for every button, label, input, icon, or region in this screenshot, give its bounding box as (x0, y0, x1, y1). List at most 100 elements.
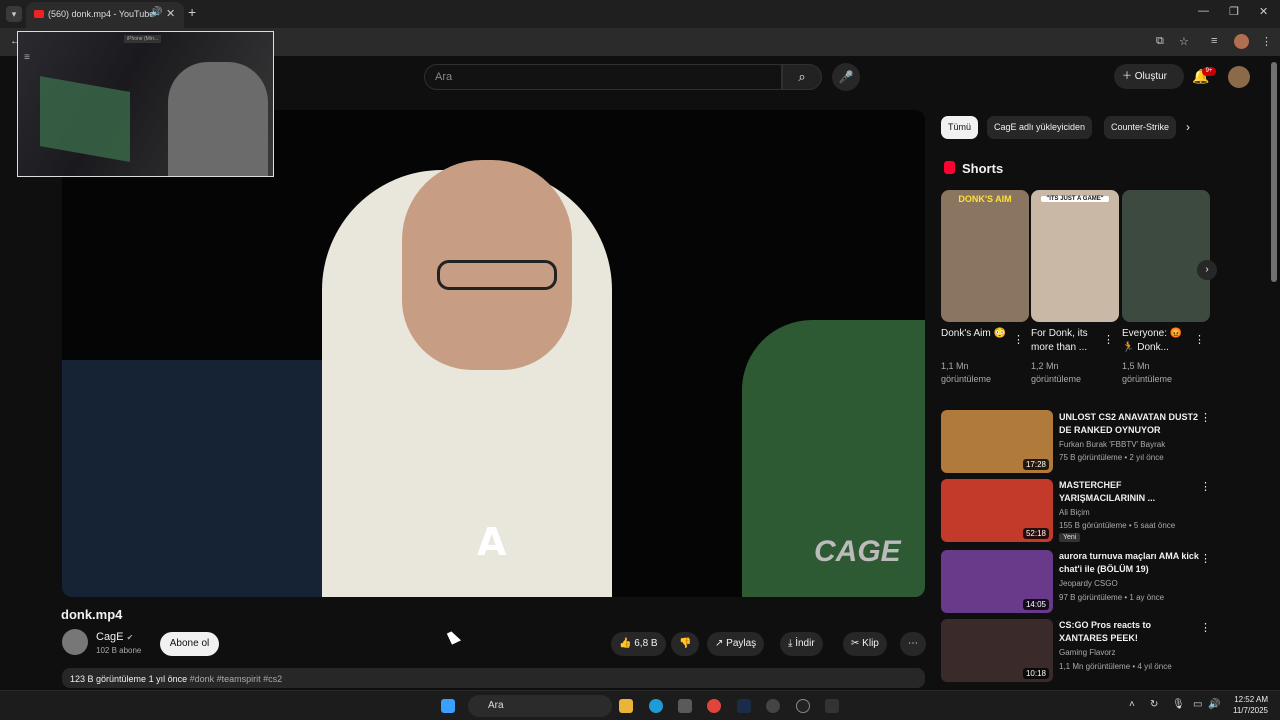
picture-in-picture-window[interactable]: iPhone (Mirr... ≡ (17, 31, 274, 177)
recommendation-channel[interactable]: Jeopardy CSGO (1059, 577, 1204, 590)
taskbar-search[interactable]: Ara (468, 695, 612, 717)
windows-taskbar: ⌕ Ara ˄ ↻ 🎙 ▭ 🔊 12:52 AM 11/7/2025 (0, 690, 1280, 720)
search-input[interactable]: Ara (424, 64, 782, 90)
chevron-right-icon[interactable]: › (1186, 120, 1190, 134)
file-explorer-icon[interactable] (619, 699, 633, 713)
search-placeholder: Ara (435, 71, 453, 83)
more-actions-button[interactable]: ⋯ (900, 632, 926, 656)
epic-games-icon[interactable] (825, 699, 839, 713)
video-duration: 14:05 (1022, 599, 1049, 610)
recommendation-title[interactable]: UNLOST CS2 ANAVATAN DUST2 DE RANKED OYNU… (1059, 411, 1199, 437)
search-icon[interactable]: ⌕ (782, 64, 822, 90)
recommendation-title[interactable]: CS:GO Pros reacts to XANTARES PEEK! (1059, 619, 1199, 645)
video-duration: 52:18 (1022, 528, 1049, 539)
display-icon[interactable]: ▭ (1193, 699, 1202, 710)
verified-icon: ✔ (126, 633, 134, 642)
short-caption: "ITS JUST A GAME" (1041, 196, 1109, 202)
store-icon[interactable] (678, 699, 692, 713)
steam-icon[interactable] (737, 699, 751, 713)
short-title[interactable]: Donk's Aim 😳 (941, 327, 1013, 341)
clock-date: 11/7/2025 (1233, 706, 1268, 715)
recommendation-meta: 97 B görüntüleme • 1 ay önce (1059, 593, 1165, 602)
browser-tab[interactable]: (560) donk.mp4 - YouTube 🔊 ✕ (26, 2, 184, 28)
sync-icon[interactable]: ↻ (1150, 699, 1158, 710)
short-title[interactable]: For Donk, its more than ... (1031, 327, 1103, 355)
chip-counter-strike[interactable]: Counter-Strike (1104, 116, 1176, 139)
browser-profile-avatar[interactable] (1234, 34, 1249, 49)
more-vertical-icon[interactable]: ⋮ (1200, 480, 1211, 493)
restore-icon[interactable]: ❐ (1229, 5, 1239, 18)
channel-name[interactable]: CagE ✔ (96, 631, 133, 643)
more-vertical-icon[interactable]: ⋮ (1200, 621, 1211, 634)
chevron-down-icon[interactable]: ▾ (6, 6, 22, 22)
recommendation-channel[interactable]: Gaming Flavorz (1059, 646, 1204, 659)
obs-icon[interactable] (796, 699, 810, 713)
recommendation-meta: 155 B görüntüleme • 5 saat önce (1059, 521, 1176, 530)
short-views: 1,5 Mn görüntüleme (1122, 361, 1173, 384)
short-thumbnail[interactable]: "ITS JUST A GAME" (1031, 190, 1119, 322)
close-icon[interactable]: ✕ (166, 7, 175, 20)
download-button[interactable]: ⤓ İndir (780, 632, 823, 656)
channel-avatar[interactable] (62, 629, 88, 655)
recommendation-thumbnail[interactable]: 52:18 (941, 479, 1053, 542)
star-icon[interactable]: ☆ (1179, 35, 1189, 48)
close-window-icon[interactable]: ✕ (1259, 5, 1268, 18)
more-vertical-icon[interactable]: ⋮ (1200, 552, 1211, 565)
description-box[interactable]: 123 B görüntüleme 1 yıl önce #donk #team… (62, 668, 925, 688)
hamburger-menu-icon[interactable]: ≡ (24, 52, 30, 63)
clip-button[interactable]: ✂ Klip (843, 632, 887, 656)
short-thumbnail[interactable] (1122, 190, 1210, 322)
video-title: donk.mp4 (61, 607, 123, 622)
install-app-icon[interactable]: ⧉ (1156, 35, 1164, 48)
recommendation-thumbnail[interactable]: 14:05 (941, 550, 1053, 613)
recommendation-channel[interactable]: Furkan Burak 'FBBTV' Bayrak (1059, 438, 1204, 451)
more-vertical-icon[interactable]: ⋮ (1200, 411, 1211, 424)
page-scrollbar[interactable] (1271, 62, 1277, 282)
subscribe-button[interactable]: Abone ol (160, 632, 219, 656)
speaker-icon[interactable]: 🔊 (150, 7, 162, 18)
recommendation-channel[interactable]: Ali Biçim (1059, 506, 1204, 519)
tab-search-icon[interactable]: ≡ (1211, 35, 1217, 47)
short-views: 1,2 Mn görüntüleme (1031, 361, 1082, 384)
microphone-icon[interactable]: 🎙 (1172, 699, 1185, 710)
pip-monitor (40, 76, 130, 162)
windows-start-icon[interactable] (441, 699, 455, 713)
speaker-icon[interactable]: 🔊 (1208, 699, 1220, 710)
shorts-heading: Shorts (962, 161, 1004, 176)
recommendation-thumbnail[interactable]: 17:28 (941, 410, 1053, 473)
chip-all[interactable]: Tümü (941, 116, 979, 139)
microphone-icon[interactable]: 🎤 (832, 63, 860, 91)
chevron-right-icon[interactable]: › (1197, 260, 1217, 280)
plus-icon[interactable]: + (188, 4, 196, 20)
hashtags[interactable]: #donk #teamspirit #cs2 (190, 674, 283, 684)
create-button[interactable]: ＋ Oluştur (1114, 64, 1184, 89)
clip-label: Klip (862, 638, 879, 649)
app-icon[interactable] (766, 699, 780, 713)
upload-age: 1 yıl önce (148, 674, 188, 684)
recommendation-title[interactable]: MASTERCHEF YARIŞMACILARININ ... (1059, 479, 1199, 505)
more-vertical-icon[interactable]: ⋮ (1103, 333, 1114, 346)
short-title[interactable]: Everyone: 😡🏃 Donk... (1122, 327, 1194, 355)
avatar[interactable] (1228, 66, 1250, 88)
recommendation-thumbnail[interactable]: 10:18 (941, 619, 1053, 682)
video-player[interactable]: A CAGE (62, 110, 925, 597)
chevron-up-icon[interactable]: ˄ (1129, 699, 1135, 710)
browser-tab-bar: ▾ (560) donk.mp4 - YouTube 🔊 ✕ + — ❐ ✕ (0, 0, 1280, 28)
edge-icon[interactable] (649, 699, 663, 713)
more-vertical-icon[interactable]: ⋮ (1013, 333, 1024, 346)
chrome-icon[interactable] (707, 699, 721, 713)
dislike-button[interactable]: 👎 (671, 632, 700, 656)
share-button[interactable]: ↗ Paylaş (707, 632, 765, 656)
short-caption: DONK'S AIM (958, 194, 1012, 204)
video-background-booth (62, 360, 322, 597)
system-clock[interactable]: 12:52 AM 11/7/2025 (1226, 694, 1268, 716)
like-button[interactable]: 👍 6,8 B (611, 632, 666, 656)
more-vertical-icon[interactable]: ⋮ (1261, 35, 1272, 48)
recommendation-title[interactable]: aurora turnuva maçları AMA kick chat'i i… (1059, 550, 1199, 576)
chip-uploader[interactable]: CagE adlı yükleyiciden (987, 116, 1093, 139)
view-count: 123 B görüntüleme (70, 674, 147, 684)
video-watermark-text: CAGE (814, 535, 901, 568)
more-vertical-icon[interactable]: ⋮ (1194, 333, 1205, 346)
short-thumbnail[interactable]: DONK'S AIM (941, 190, 1029, 322)
minimize-icon[interactable]: — (1198, 5, 1209, 17)
